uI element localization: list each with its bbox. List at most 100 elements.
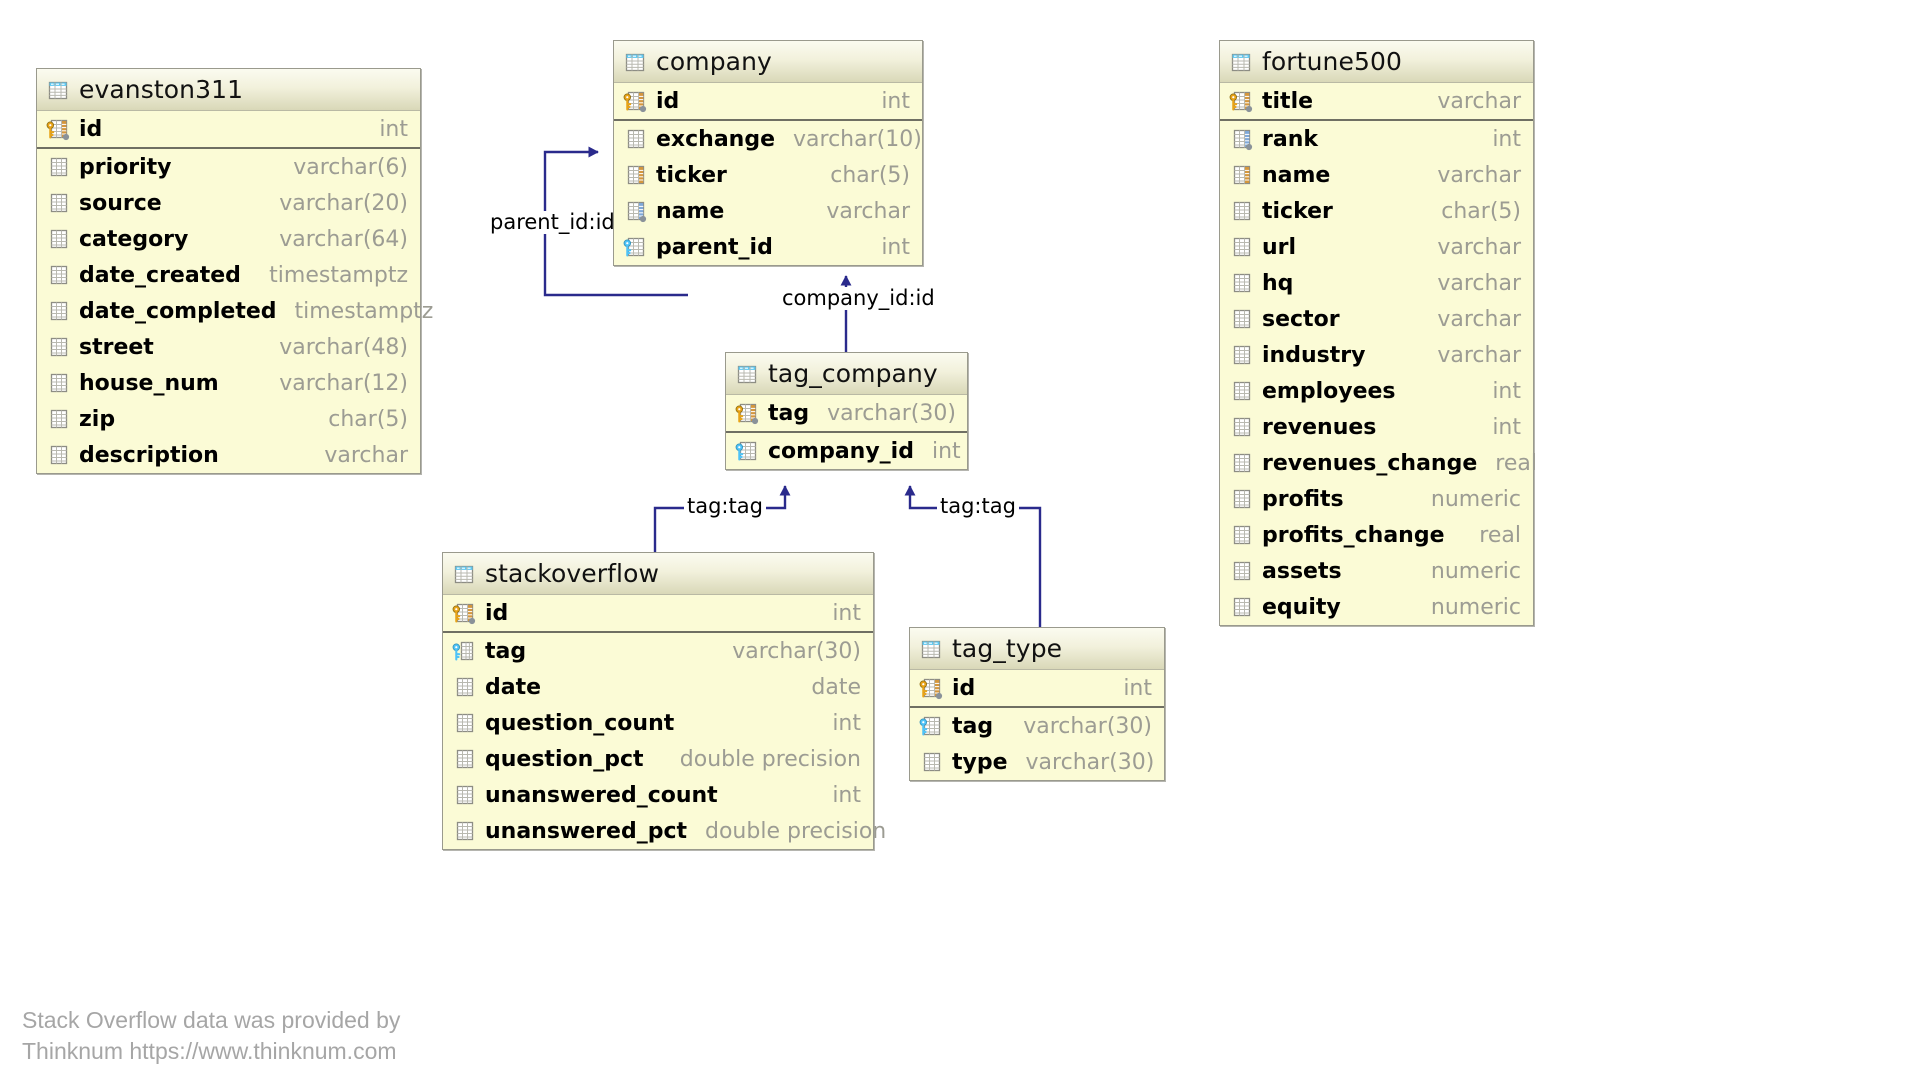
column-type: char(5) [830,162,910,188]
column-row[interactable]: url varchar [1220,229,1533,265]
column-name: ticker [1262,198,1333,224]
table-name: company [656,47,772,76]
column-row[interactable]: date date [443,669,873,705]
column-row[interactable]: unanswered_count int [443,777,873,813]
column-type: int [1492,414,1521,440]
column-type: varchar [826,198,910,224]
column-row[interactable]: date_created timestamptz [37,257,420,293]
table-evanston311[interactable]: evanston311 id int priority varchar(6) source… [36,68,433,474]
column-row[interactable]: revenues_change real [1220,445,1537,481]
column-row[interactable]: revenues int [1220,409,1533,445]
column-icon [1229,307,1253,331]
column-row[interactable]: name varchar [614,193,922,229]
table-stackoverflow[interactable]: stackoverflow id int tag varchar(30) date date… [442,552,886,850]
column-name: type [952,749,1008,775]
column-row[interactable]: id int [37,111,420,147]
column-row[interactable]: profits numeric [1220,481,1533,517]
column-row[interactable]: sector varchar [1220,301,1533,337]
column-list: rank int name varchar ticker char(5) url varcha… [1220,121,1537,625]
table-header[interactable]: evanston311 [37,69,420,111]
table-header[interactable]: tag_type [910,628,1164,670]
column-row[interactable]: rank int [1220,121,1533,157]
column-icon [1229,199,1253,223]
column-icon [46,371,70,395]
column-row[interactable]: company_id int [726,433,967,469]
table-icon [1229,50,1253,74]
table-header[interactable]: fortune500 [1220,41,1533,83]
column-row[interactable]: industry varchar [1220,337,1533,373]
column-type: int [1123,675,1152,701]
column-row[interactable]: street varchar(48) [37,329,420,365]
column-icon [452,783,476,807]
column-row[interactable]: tag varchar(30) [726,395,967,431]
column-row[interactable]: date_completed timestamptz [37,293,433,329]
table-header[interactable]: company [614,41,922,83]
table-icon [452,562,476,586]
column-row[interactable]: type varchar(30) [910,744,1164,780]
column-name: hq [1262,270,1294,296]
column-name: id [952,675,976,701]
column-row[interactable]: house_num varchar(12) [37,365,420,401]
column-row[interactable]: question_count int [443,705,873,741]
column-row[interactable]: hq varchar [1220,265,1533,301]
column-type: int [881,234,910,260]
column-type: varchar(30) [1023,713,1152,739]
column-row[interactable]: name varchar [1220,157,1533,193]
table-icon [623,50,647,74]
column-row[interactable]: id int [443,595,873,631]
column-type: numeric [1430,594,1521,620]
table-fortune500[interactable]: fortune500 title varchar rank int name varchar… [1219,40,1537,626]
column-type: varchar [1437,162,1521,188]
column-name: company_id [768,438,914,464]
column-type: varchar(20) [279,190,408,216]
column-row[interactable]: description varchar [37,437,420,473]
table-name: tag_company [768,359,938,388]
column-row[interactable]: exchange varchar(10) [614,121,922,157]
table-tag_company[interactable]: tag_company tag varchar(30) company_id int [725,352,968,470]
column-row[interactable]: title varchar [1220,83,1533,119]
column-name: rank [1262,126,1318,152]
table-tag_type[interactable]: tag_type id int tag varchar(30) type varchar(3… [909,627,1165,781]
column-row[interactable]: tag varchar(30) [910,708,1164,744]
column-list: exchange varchar(10) ticker char(5) name varc… [614,121,922,265]
column-icon [1229,235,1253,259]
column-row[interactable]: id int [910,670,1164,706]
column-name: ticker [656,162,727,188]
column-row[interactable]: parent_id int [614,229,922,265]
column-name: revenues_change [1262,450,1478,476]
column-name: category [79,226,189,252]
primary-key-icon [919,676,943,700]
column-icon [1229,451,1253,475]
foreign-key-icon [623,235,647,259]
column-type: int [832,710,861,736]
column-row[interactable]: source varchar(20) [37,185,420,221]
column-name: profits [1262,486,1344,512]
column-type: varchar(30) [732,638,861,664]
column-row[interactable]: ticker char(5) [614,157,922,193]
indexed-orange-icon [623,163,647,187]
column-icon [1229,487,1253,511]
column-row[interactable]: question_pct double precision [443,741,873,777]
table-header[interactable]: tag_company [726,353,967,395]
column-row[interactable]: zip char(5) [37,401,420,437]
column-row[interactable]: id int [614,83,922,119]
primary-key-section: title varchar [1220,83,1533,121]
column-row[interactable]: equity numeric [1220,589,1533,625]
column-row[interactable]: unanswered_pct double precision [443,813,886,849]
indexed-blue-icon [1229,127,1253,151]
table-header[interactable]: stackoverflow [443,553,873,595]
foreign-key-icon [919,714,943,738]
table-company[interactable]: company id int exchange varchar(10) ticker cha… [613,40,923,266]
column-row[interactable]: ticker char(5) [1220,193,1533,229]
column-row[interactable]: category varchar(64) [37,221,420,257]
column-row[interactable]: assets numeric [1220,553,1533,589]
column-icon [452,675,476,699]
column-type: timestamptz [294,298,434,324]
column-row[interactable]: priority varchar(6) [37,149,420,185]
column-type: varchar(10) [793,126,922,152]
column-row[interactable]: tag varchar(30) [443,633,873,669]
column-row[interactable]: profits_change real [1220,517,1533,553]
column-row[interactable]: employees int [1220,373,1533,409]
column-name: id [485,600,509,626]
table-icon [735,362,759,386]
